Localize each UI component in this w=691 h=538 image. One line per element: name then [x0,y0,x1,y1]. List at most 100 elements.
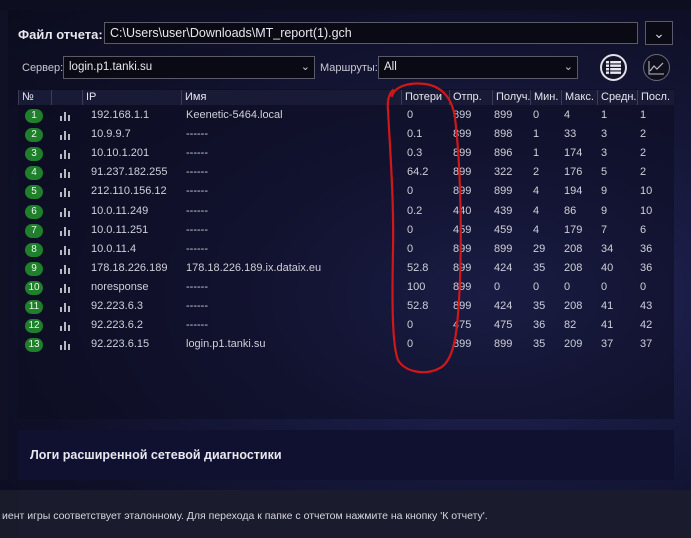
hop-number-badge: 11 [25,300,43,314]
bar-chart-icon[interactable] [60,112,72,121]
cell-sent: 899 [453,128,472,141]
cell-max: 208 [564,242,583,255]
list-view-button[interactable] [600,54,627,81]
server-select-value: login.p1.tanki.su [69,61,153,73]
cell-last: 10 [640,185,653,198]
cell-last: 0 [640,280,647,293]
column-header-avg[interactable]: Средн. [597,90,637,105]
bar-chart-icon[interactable] [60,207,72,217]
table-row[interactable]: 7 10.0.11.251 ------ 0 459 459 4 179 7 6 [18,222,674,241]
cell-min: 35 [533,338,546,351]
cell-received: 424 [494,261,513,274]
cell-min: 4 [533,223,540,236]
column-header-sent[interactable]: Отпр. [449,90,492,105]
cell-name: Keenetic-5464.local [186,109,283,121]
hop-number-badge: 7 [25,223,43,238]
column-header-ip[interactable]: IP [82,90,181,105]
cell-loss: 0.3 [407,147,423,160]
cell-name: ------ [186,319,208,332]
table-row[interactable]: 4 91.237.182.255 ------ 64.2 899 322 2 176 5 2 [18,164,674,183]
cell-last: 42 [640,319,653,332]
cell-sent: 899 [453,147,472,160]
cell-last: 2 [640,128,647,141]
bar-chart-icon[interactable] [60,283,72,293]
bar-chart-icon[interactable] [60,131,72,141]
cell-min: 1 [533,128,540,141]
table-row[interactable]: 10 noresponse ------ 100 899 0 0 0 0 0 [18,279,674,298]
column-header-name[interactable]: Имя [181,90,401,105]
bar-chart-icon[interactable] [60,264,72,274]
cell-sent: 899 [453,185,472,198]
cell-last: 36 [640,261,653,274]
cell-received: 899 [494,242,513,255]
hop-number-badge: 1 [25,109,43,123]
cell-max: 4 [564,109,571,121]
cell-received: 899 [494,185,513,198]
column-header-received[interactable]: Получ. [492,90,530,105]
bar-chart-icon[interactable] [60,245,72,255]
bar-chart-icon[interactable] [60,150,72,160]
cell-last: 10 [640,204,653,217]
bar-chart-icon[interactable] [60,226,72,236]
cell-min: 1 [533,147,540,160]
bar-chart-icon[interactable] [60,322,72,332]
cell-ip: 10.10.1.201 [91,147,150,160]
report-file-path-input[interactable]: C:\Users\user\Downloads\MT_report(1).gch [104,22,638,44]
table-row[interactable]: 6 10.0.11.249 ------ 0.2 440 439 4 86 9 10 [18,203,674,222]
cell-name: ------ [186,280,208,293]
table-header: № IP Имя Потери Отпр. Получ. Мин. Макс. Средн. По… [18,89,674,107]
table-row[interactable]: 8 10.0.11.4 ------ 0 899 899 29 208 34 36 [18,241,674,260]
status-bar: иент игры соответствует эталонному. Для … [0,490,691,538]
bar-chart-icon[interactable] [60,169,72,179]
extended-diagnostics-logs-panel[interactable]: Логи расширенной сетевой диагностики [18,430,674,480]
cell-sent: 899 [453,338,472,351]
column-header-stats[interactable] [51,90,82,105]
bar-chart-icon[interactable] [60,341,72,351]
cell-max: 209 [564,338,583,351]
cell-last: 1 [640,109,647,121]
cell-max: 194 [564,185,583,198]
cell-last: 36 [640,242,653,255]
table-row[interactable]: 3 10.10.1.201 ------ 0.3 899 896 1 174 3 2 [18,145,674,164]
column-header-min[interactable]: Мин. [530,90,561,105]
cell-avg: 1 [601,109,608,121]
bar-chart-icon[interactable] [60,188,72,198]
cell-received: 322 [494,166,513,179]
cell-ip: 10.0.11.249 [91,204,149,217]
column-header-num[interactable]: № [18,90,51,105]
cell-min: 29 [533,242,546,255]
cell-avg: 9 [601,185,608,198]
cell-avg: 7 [601,223,608,236]
column-header-max[interactable]: Макс. [561,90,597,105]
cell-loss: 64.2 [407,166,429,179]
cell-received: 475 [494,319,513,332]
table-row[interactable]: 2 10.9.9.7 ------ 0.1 899 898 1 33 3 2 [18,126,674,145]
table-row[interactable]: 11 92.223.6.3 ------ 52.8 899 424 35 208 41 43 [18,298,674,317]
hop-number-badge: 8 [25,242,43,257]
table-row[interactable]: 5 212.110.156.12 ------ 0 899 899 4 194 9 10 [18,183,674,202]
cell-name: 178.18.226.189.ix.dataix.eu [186,261,322,274]
cell-name: ------ [186,128,208,141]
hop-number-badge: 9 [25,261,43,276]
column-header-loss[interactable]: Потери [401,90,449,105]
cell-sent: 440 [453,204,472,217]
cell-received: 899 [494,109,513,121]
server-select[interactable]: login.p1.tanki.su ⌄ [63,56,315,79]
cell-min: 2 [533,166,540,179]
cell-ip: 92.223.6.15 [91,338,150,351]
cell-avg: 37 [601,338,614,351]
column-header-last[interactable]: Посл. [637,90,674,105]
hop-number-badge: 6 [25,204,43,219]
file-dropdown-button[interactable]: ⌄ [645,21,673,45]
routes-select[interactable]: All ⌄ [378,56,578,79]
table-row[interactable]: 1 192.168.1.1 Keenetic-5464.local 0 899 899 0 4… [18,107,674,126]
bar-chart-icon[interactable] [60,303,72,312]
cell-ip: 92.223.6.3 [91,300,143,312]
table-row[interactable]: 9 178.18.226.189 178.18.226.189.ix.dataix.… [18,260,674,279]
table-row[interactable]: 12 92.223.6.2 ------ 0 475 475 36 82 41 42 [18,317,674,336]
cell-received: 896 [494,147,513,160]
logs-title: Логи расширенной сетевой диагностики [30,448,282,462]
graph-view-button[interactable] [643,54,670,81]
table-row[interactable]: 13 92.223.6.15 login.p1.tanki.su 0 899 899 35 2… [18,336,674,355]
cell-sent: 459 [453,223,472,236]
